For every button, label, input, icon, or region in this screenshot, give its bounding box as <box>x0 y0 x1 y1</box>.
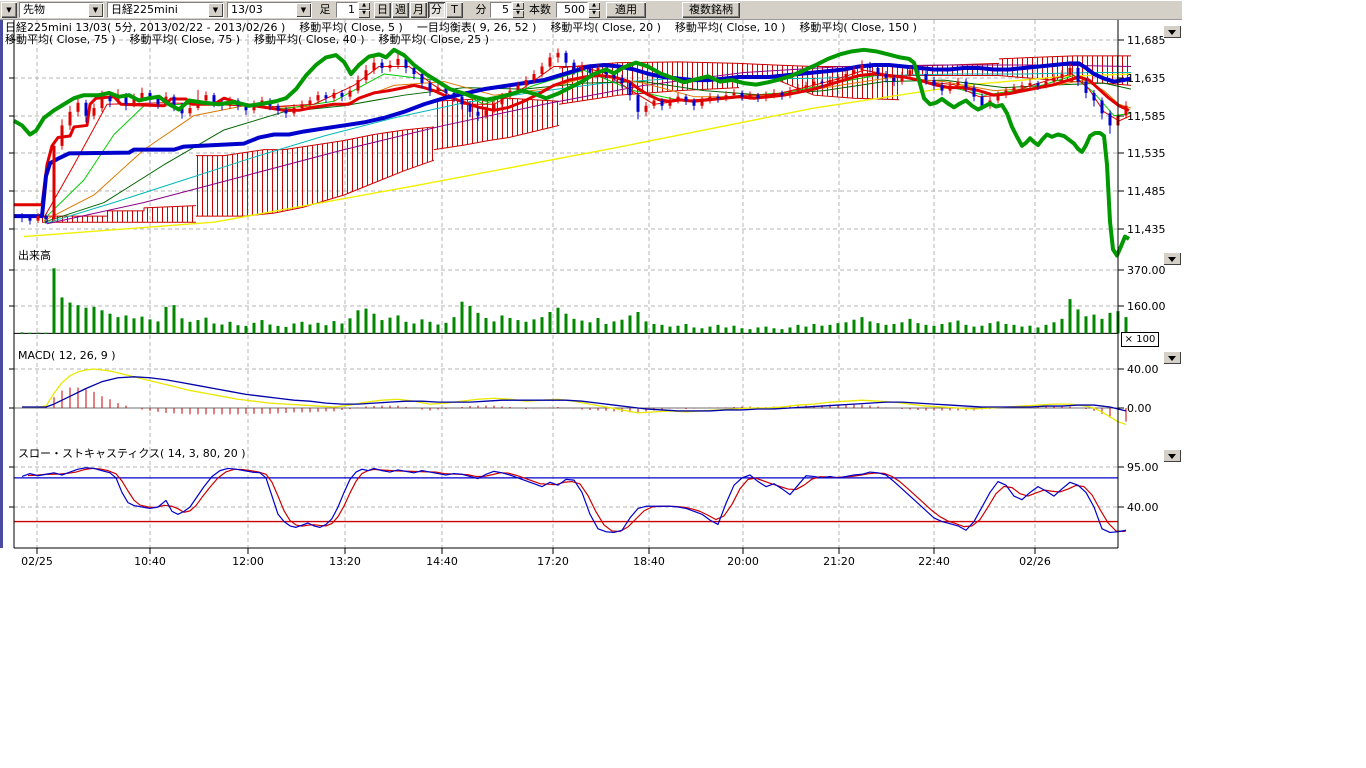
svg-text:370.00: 370.00 <box>1127 264 1166 277</box>
svg-text:40.00: 40.00 <box>1127 501 1159 514</box>
symbol-select[interactable]: 日経225mini ▼ <box>107 2 224 18</box>
bar-count-stepper[interactable]: 500 ▲▼ <box>556 2 600 18</box>
contract-month-select[interactable]: 13/03 ▼ <box>227 2 312 18</box>
spin-down-icon[interactable]: ▼ <box>512 10 524 18</box>
svg-text:11,435: 11,435 <box>1127 223 1166 236</box>
svg-text:160.00: 160.00 <box>1127 300 1166 313</box>
spin-down-icon[interactable]: ▼ <box>358 10 370 18</box>
svg-text:11,535: 11,535 <box>1127 147 1166 160</box>
spin-up-icon[interactable]: ▲ <box>588 2 600 10</box>
svg-text:13:20: 13:20 <box>329 555 361 568</box>
multi-symbol-button[interactable]: 複数銘柄 <box>682 2 740 18</box>
svg-text:18:40: 18:40 <box>633 555 665 568</box>
svg-text:02/25: 02/25 <box>21 555 53 568</box>
bar-label: 足 <box>318 2 332 18</box>
bar-interval-stepper[interactable]: 1 ▲▼ <box>336 2 370 18</box>
contract-month-value: 13/03 <box>228 3 296 17</box>
macd-panel-dropdown-icon[interactable] <box>1163 351 1181 364</box>
svg-text:12:00: 12:00 <box>232 555 264 568</box>
window-menu-dropdown-icon[interactable]: ▼ <box>1 2 17 18</box>
svg-text:22:40: 22:40 <box>918 555 950 568</box>
svg-text:10:40: 10:40 <box>134 555 166 568</box>
chart-canvas: 11,685 11,635 11,585 11,535 11,485 11,435 370.… <box>0 20 1182 570</box>
price-panel-dropdown-icon[interactable] <box>1163 25 1181 38</box>
period-minute-button[interactable]: 分 <box>428 2 445 18</box>
bar-count-label: 本数 <box>527 2 553 18</box>
stochastics-panel-label: スロー・ストキャスティクス( 14, 3, 80, 20 ) <box>18 448 246 460</box>
svg-text:11,585: 11,585 <box>1127 110 1166 123</box>
minutes-stepper[interactable]: 5 ▲▼ <box>490 2 524 18</box>
svg-text:14:40: 14:40 <box>426 555 458 568</box>
bar-count-value: 500 <box>556 2 588 18</box>
svg-text:20:00: 20:00 <box>727 555 759 568</box>
volume-panel-label: 出来高 <box>18 250 51 262</box>
spin-up-icon[interactable]: ▲ <box>358 2 370 10</box>
chart-region: 11,685 11,635 11,585 11,535 11,485 11,435 370.… <box>0 20 1182 570</box>
svg-text:17:20: 17:20 <box>537 555 569 568</box>
svg-text:11,485: 11,485 <box>1127 185 1166 198</box>
svg-text:95.00: 95.00 <box>1127 461 1159 474</box>
svg-text:40.00: 40.00 <box>1127 363 1159 376</box>
spin-down-icon[interactable]: ▼ <box>588 10 600 18</box>
bar-interval-value: 1 <box>336 2 358 18</box>
symbol-value: 日経225mini <box>108 3 208 17</box>
trading-app-window: ▼ 先物 ▼ 日経225mini ▼ 13/03 ▼ 足 1 ▲▼ 日 週 月 … <box>0 0 1366 768</box>
volume-multiplier-badge: × 100 <box>1121 332 1159 347</box>
chevron-down-icon[interactable]: ▼ <box>208 3 223 17</box>
stochastics-panel-dropdown-icon[interactable] <box>1163 449 1181 462</box>
apply-button[interactable]: 適用 <box>606 2 646 18</box>
instrument-type-select[interactable]: 先物 ▼ <box>19 2 104 18</box>
chevron-down-icon[interactable]: ▼ <box>296 3 311 17</box>
period-monthly-button[interactable]: 月 <box>410 2 427 18</box>
toolbar: ▼ 先物 ▼ 日経225mini ▼ 13/03 ▼ 足 1 ▲▼ 日 週 月 … <box>0 0 1182 20</box>
minutes-value: 5 <box>490 2 512 18</box>
volume-panel-dropdown-icon[interactable] <box>1163 252 1181 265</box>
legend-line-2: 移動平均( Close, 75 ) 移動平均( Close, 75 ) 移動平均… <box>5 34 489 46</box>
spin-up-icon[interactable]: ▲ <box>512 2 524 10</box>
svg-text:21:20: 21:20 <box>823 555 855 568</box>
svg-text:11,635: 11,635 <box>1127 72 1166 85</box>
period-daily-button[interactable]: 日 <box>374 2 391 18</box>
svg-text:0.00: 0.00 <box>1127 402 1152 415</box>
minutes-label: 分 <box>474 2 488 18</box>
svg-text:02/26: 02/26 <box>1019 555 1051 568</box>
period-tick-button[interactable]: T <box>446 2 463 18</box>
instrument-type-value: 先物 <box>20 3 88 17</box>
macd-panel-label: MACD( 12, 26, 9 ) <box>18 350 116 362</box>
svg-text:11,685: 11,685 <box>1127 34 1166 47</box>
period-weekly-button[interactable]: 週 <box>392 2 409 18</box>
chevron-down-icon[interactable]: ▼ <box>88 3 103 17</box>
